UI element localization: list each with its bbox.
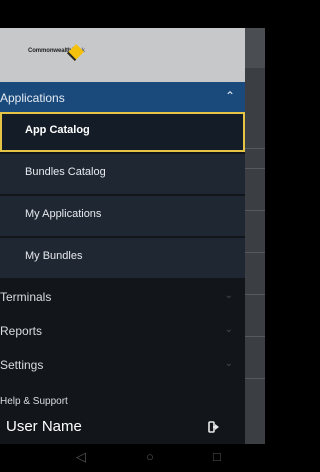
nav-section-terminals[interactable]: Terminals ⌄ [0, 282, 245, 314]
brand-logo-icon [67, 44, 84, 61]
nav-item-app-catalog[interactable]: App Catalog [0, 112, 245, 152]
nav-section-label: Applications [0, 91, 65, 105]
backdrop-divider [245, 148, 265, 149]
backdrop-divider [245, 294, 265, 295]
backdrop-divider [245, 168, 265, 169]
nav-item-label: Bundles Catalog [25, 166, 106, 178]
back-triangle-icon[interactable]: ◁ [76, 449, 86, 465]
recents-square-icon[interactable]: □ [213, 449, 221, 464]
nav-item-my-bundles[interactable]: My Bundles [0, 238, 245, 278]
backdrop-divider [245, 210, 265, 211]
backdrop-overlay[interactable] [245, 28, 265, 444]
logout-icon[interactable] [208, 420, 222, 434]
backdrop-header [245, 28, 265, 68]
system-nav-bar: ◁ ○ □ [0, 444, 265, 472]
nav-item-label: My Bundles [25, 250, 83, 262]
user-name: User Name [6, 418, 82, 435]
nav-section-label: Reports [0, 324, 43, 338]
brand-logo-area: CommonwealthBank [0, 28, 245, 82]
chevron-up-icon: ⌃ [224, 89, 235, 103]
nav-item-bundles-catalog[interactable]: Bundles Catalog [0, 154, 245, 194]
navigation-drawer: CommonwealthBank Applications ⌃ App Cata… [0, 28, 245, 444]
chevron-down-icon: ⌄ [224, 290, 233, 301]
backdrop-divider [245, 252, 265, 253]
nav-section-label: Settings [0, 358, 44, 372]
chevron-down-icon: ⌄ [224, 358, 233, 369]
home-circle-icon[interactable]: ○ [146, 449, 154, 464]
nav-section-label: Terminals [0, 290, 52, 304]
backdrop-divider [245, 336, 265, 337]
chevron-down-icon: ⌄ [224, 324, 233, 335]
nav-item-label: My Applications [25, 208, 102, 220]
nav-item-label: App Catalog [25, 124, 90, 136]
status-bar [0, 0, 265, 28]
nav-section-reports[interactable]: Reports ⌄ [0, 316, 245, 348]
backdrop-divider [245, 378, 265, 379]
help-support-link[interactable]: Help & Support [0, 396, 68, 407]
nav-section-settings[interactable]: Settings ⌄ [0, 350, 245, 382]
nav-item-my-applications[interactable]: My Applications [0, 196, 245, 236]
nav-section-applications[interactable]: Applications ⌃ [0, 82, 245, 112]
